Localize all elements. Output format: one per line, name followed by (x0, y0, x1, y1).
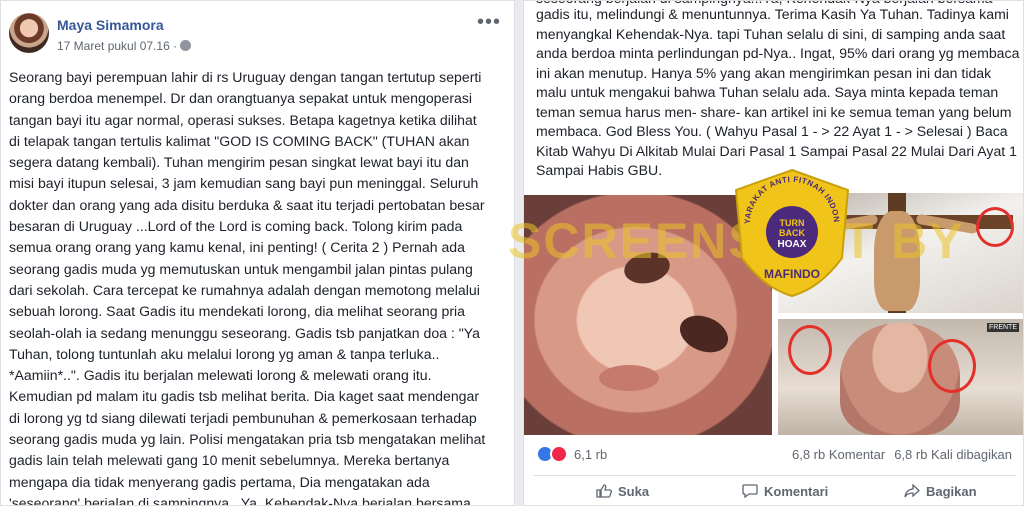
red-circle-annotation (788, 325, 832, 375)
share-button[interactable]: Bagikan (904, 484, 977, 499)
red-circle-annotation (928, 339, 976, 393)
author-name[interactable]: Maya Simamora (57, 17, 164, 33)
badge-bottom: MAFINDO (764, 267, 820, 281)
post-body: Seorang bayi perempuan lahir di rs Urugu… (9, 69, 486, 506)
comment-button[interactable]: Komentari (742, 484, 828, 499)
comments-count[interactable]: 6,8 rb Komentar (792, 447, 885, 462)
avatar[interactable] (9, 13, 49, 53)
post-body-continued: seseorang berjalan di sampingnya...Ya, K… (536, 1, 1022, 181)
more-options-icon[interactable]: ••• (477, 12, 501, 32)
comment-label: Komentari (764, 484, 829, 499)
reaction-summary: 6,1 rb 6,8 rb Komentar 6,8 rb Kali dibag… (536, 445, 1016, 467)
red-circle-annotation (976, 207, 1014, 247)
thumbs-up-icon (596, 484, 612, 498)
image-channel-tag: FRENTE (987, 323, 1019, 332)
mafindo-turnbackhoax-badge: MASYARAKAT ANTI FITNAH INDONESIA TURN BA… (730, 166, 850, 298)
newborn-photo[interactable]: FRENTE (778, 319, 1023, 435)
like-label: Suka (618, 484, 650, 499)
share-label: Bagikan (926, 484, 977, 499)
timestamp-text[interactable]: 17 Maret pukul 07.16 · (57, 39, 177, 53)
continued-text: gadis itu, melindungi & menuntunnya. Ter… (536, 6, 1020, 178)
action-bar: Suka Komentari Bagikan (534, 475, 1016, 505)
reaction-count[interactable]: 6,1 rb (574, 447, 607, 462)
post-left: Maya Simamora 17 Maret pukul 07.16 · •••… (0, 0, 515, 506)
shares-count[interactable]: 6,8 rb Kali dibagikan (894, 447, 1012, 462)
badge-line2: BACK (779, 228, 805, 238)
like-button[interactable]: Suka (596, 484, 649, 499)
comment-icon (742, 484, 758, 498)
globe-icon (180, 40, 192, 51)
post-timestamp: 17 Maret pukul 07.16 · (57, 39, 192, 53)
post-header: Maya Simamora 17 Maret pukul 07.16 · ••• (9, 12, 509, 57)
badge-line1: TURN (780, 218, 805, 228)
share-icon (904, 484, 920, 498)
cut-off-line: seseorang berjalan di sampingnya...Ya, K… (536, 1, 1022, 9)
badge-line3: HOAX (778, 239, 807, 250)
love-reaction-icon[interactable] (550, 445, 568, 463)
